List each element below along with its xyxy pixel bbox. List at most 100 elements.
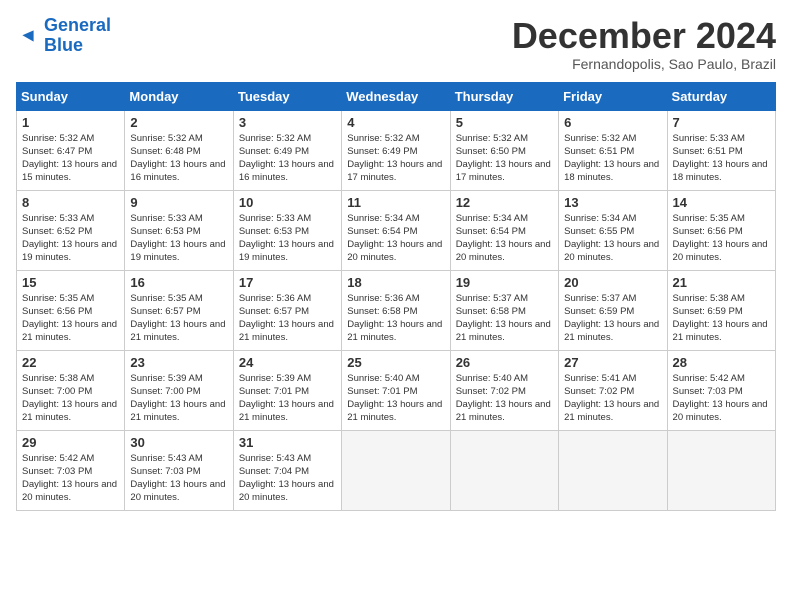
- day-number: 8: [22, 195, 119, 210]
- weekday-header-wednesday: Wednesday: [342, 82, 450, 110]
- day-number: 25: [347, 355, 444, 370]
- day-info: Sunrise: 5:38 AM Sunset: 7:00 PM Dayligh…: [22, 372, 119, 425]
- day-info: Sunrise: 5:37 AM Sunset: 6:58 PM Dayligh…: [456, 292, 553, 345]
- day-info: Sunrise: 5:43 AM Sunset: 7:03 PM Dayligh…: [130, 452, 227, 505]
- day-info: Sunrise: 5:32 AM Sunset: 6:48 PM Dayligh…: [130, 132, 227, 185]
- day-info: Sunrise: 5:42 AM Sunset: 7:03 PM Dayligh…: [673, 372, 770, 425]
- weekday-header-friday: Friday: [559, 82, 667, 110]
- weekday-header-monday: Monday: [125, 82, 233, 110]
- calendar-cell: 1 Sunrise: 5:32 AM Sunset: 6:47 PM Dayli…: [17, 110, 125, 190]
- day-number: 20: [564, 275, 661, 290]
- page-header: General Blue December 2024 Fernandopolis…: [16, 16, 776, 72]
- day-number: 17: [239, 275, 336, 290]
- location-subtitle: Fernandopolis, Sao Paulo, Brazil: [512, 56, 776, 72]
- day-info: Sunrise: 5:36 AM Sunset: 6:57 PM Dayligh…: [239, 292, 336, 345]
- day-info: Sunrise: 5:40 AM Sunset: 7:01 PM Dayligh…: [347, 372, 444, 425]
- day-info: Sunrise: 5:32 AM Sunset: 6:50 PM Dayligh…: [456, 132, 553, 185]
- day-number: 10: [239, 195, 336, 210]
- day-info: Sunrise: 5:34 AM Sunset: 6:55 PM Dayligh…: [564, 212, 661, 265]
- calendar-week-row: 15 Sunrise: 5:35 AM Sunset: 6:56 PM Dayl…: [17, 270, 776, 350]
- title-block: December 2024 Fernandopolis, Sao Paulo, …: [512, 16, 776, 72]
- day-number: 27: [564, 355, 661, 370]
- day-info: Sunrise: 5:33 AM Sunset: 6:53 PM Dayligh…: [130, 212, 227, 265]
- calendar-cell: 16 Sunrise: 5:35 AM Sunset: 6:57 PM Dayl…: [125, 270, 233, 350]
- calendar-cell: [342, 430, 450, 510]
- weekday-header-saturday: Saturday: [667, 82, 775, 110]
- day-info: Sunrise: 5:32 AM Sunset: 6:51 PM Dayligh…: [564, 132, 661, 185]
- day-number: 1: [22, 115, 119, 130]
- calendar-cell: 15 Sunrise: 5:35 AM Sunset: 6:56 PM Dayl…: [17, 270, 125, 350]
- calendar-week-row: 29 Sunrise: 5:42 AM Sunset: 7:03 PM Dayl…: [17, 430, 776, 510]
- calendar-week-row: 8 Sunrise: 5:33 AM Sunset: 6:52 PM Dayli…: [17, 190, 776, 270]
- calendar-cell: 7 Sunrise: 5:33 AM Sunset: 6:51 PM Dayli…: [667, 110, 775, 190]
- calendar-cell: 31 Sunrise: 5:43 AM Sunset: 7:04 PM Dayl…: [233, 430, 341, 510]
- day-number: 22: [22, 355, 119, 370]
- day-info: Sunrise: 5:40 AM Sunset: 7:02 PM Dayligh…: [456, 372, 553, 425]
- day-number: 13: [564, 195, 661, 210]
- calendar-table: SundayMondayTuesdayWednesdayThursdayFrid…: [16, 82, 776, 511]
- logo: General Blue: [16, 16, 111, 56]
- calendar-cell: 30 Sunrise: 5:43 AM Sunset: 7:03 PM Dayl…: [125, 430, 233, 510]
- calendar-cell: 6 Sunrise: 5:32 AM Sunset: 6:51 PM Dayli…: [559, 110, 667, 190]
- day-number: 14: [673, 195, 770, 210]
- day-number: 26: [456, 355, 553, 370]
- calendar-cell: 24 Sunrise: 5:39 AM Sunset: 7:01 PM Dayl…: [233, 350, 341, 430]
- calendar-cell: 13 Sunrise: 5:34 AM Sunset: 6:55 PM Dayl…: [559, 190, 667, 270]
- day-info: Sunrise: 5:36 AM Sunset: 6:58 PM Dayligh…: [347, 292, 444, 345]
- calendar-cell: 20 Sunrise: 5:37 AM Sunset: 6:59 PM Dayl…: [559, 270, 667, 350]
- calendar-week-row: 1 Sunrise: 5:32 AM Sunset: 6:47 PM Dayli…: [17, 110, 776, 190]
- day-info: Sunrise: 5:34 AM Sunset: 6:54 PM Dayligh…: [347, 212, 444, 265]
- day-info: Sunrise: 5:32 AM Sunset: 6:47 PM Dayligh…: [22, 132, 119, 185]
- calendar-cell: 8 Sunrise: 5:33 AM Sunset: 6:52 PM Dayli…: [17, 190, 125, 270]
- logo-text: General Blue: [44, 16, 111, 56]
- day-info: Sunrise: 5:38 AM Sunset: 6:59 PM Dayligh…: [673, 292, 770, 345]
- day-number: 30: [130, 435, 227, 450]
- day-number: 6: [564, 115, 661, 130]
- day-number: 16: [130, 275, 227, 290]
- calendar-cell: [450, 430, 558, 510]
- calendar-cell: 18 Sunrise: 5:36 AM Sunset: 6:58 PM Dayl…: [342, 270, 450, 350]
- day-info: Sunrise: 5:33 AM Sunset: 6:51 PM Dayligh…: [673, 132, 770, 185]
- calendar-cell: 28 Sunrise: 5:42 AM Sunset: 7:03 PM Dayl…: [667, 350, 775, 430]
- logo-general: General: [44, 15, 111, 35]
- calendar-cell: 4 Sunrise: 5:32 AM Sunset: 6:49 PM Dayli…: [342, 110, 450, 190]
- calendar-cell: 11 Sunrise: 5:34 AM Sunset: 6:54 PM Dayl…: [342, 190, 450, 270]
- calendar-cell: 17 Sunrise: 5:36 AM Sunset: 6:57 PM Dayl…: [233, 270, 341, 350]
- calendar-cell: [667, 430, 775, 510]
- logo-blue: Blue: [44, 35, 83, 55]
- calendar-cell: 9 Sunrise: 5:33 AM Sunset: 6:53 PM Dayli…: [125, 190, 233, 270]
- logo-icon: [16, 24, 40, 48]
- day-number: 19: [456, 275, 553, 290]
- day-info: Sunrise: 5:37 AM Sunset: 6:59 PM Dayligh…: [564, 292, 661, 345]
- day-info: Sunrise: 5:42 AM Sunset: 7:03 PM Dayligh…: [22, 452, 119, 505]
- calendar-cell: 25 Sunrise: 5:40 AM Sunset: 7:01 PM Dayl…: [342, 350, 450, 430]
- calendar-cell: 10 Sunrise: 5:33 AM Sunset: 6:53 PM Dayl…: [233, 190, 341, 270]
- calendar-cell: 14 Sunrise: 5:35 AM Sunset: 6:56 PM Dayl…: [667, 190, 775, 270]
- day-info: Sunrise: 5:39 AM Sunset: 7:00 PM Dayligh…: [130, 372, 227, 425]
- calendar-cell: [559, 430, 667, 510]
- calendar-cell: 29 Sunrise: 5:42 AM Sunset: 7:03 PM Dayl…: [17, 430, 125, 510]
- day-info: Sunrise: 5:41 AM Sunset: 7:02 PM Dayligh…: [564, 372, 661, 425]
- day-number: 2: [130, 115, 227, 130]
- day-info: Sunrise: 5:32 AM Sunset: 6:49 PM Dayligh…: [347, 132, 444, 185]
- day-number: 23: [130, 355, 227, 370]
- day-number: 5: [456, 115, 553, 130]
- calendar-week-row: 22 Sunrise: 5:38 AM Sunset: 7:00 PM Dayl…: [17, 350, 776, 430]
- day-number: 15: [22, 275, 119, 290]
- day-info: Sunrise: 5:35 AM Sunset: 6:56 PM Dayligh…: [22, 292, 119, 345]
- weekday-header-row: SundayMondayTuesdayWednesdayThursdayFrid…: [17, 82, 776, 110]
- day-info: Sunrise: 5:35 AM Sunset: 6:57 PM Dayligh…: [130, 292, 227, 345]
- day-number: 24: [239, 355, 336, 370]
- calendar-cell: 23 Sunrise: 5:39 AM Sunset: 7:00 PM Dayl…: [125, 350, 233, 430]
- day-info: Sunrise: 5:34 AM Sunset: 6:54 PM Dayligh…: [456, 212, 553, 265]
- day-number: 21: [673, 275, 770, 290]
- day-number: 29: [22, 435, 119, 450]
- calendar-cell: 5 Sunrise: 5:32 AM Sunset: 6:50 PM Dayli…: [450, 110, 558, 190]
- day-number: 31: [239, 435, 336, 450]
- weekday-header-tuesday: Tuesday: [233, 82, 341, 110]
- day-number: 9: [130, 195, 227, 210]
- calendar-cell: 27 Sunrise: 5:41 AM Sunset: 7:02 PM Dayl…: [559, 350, 667, 430]
- day-number: 7: [673, 115, 770, 130]
- day-number: 18: [347, 275, 444, 290]
- calendar-cell: 22 Sunrise: 5:38 AM Sunset: 7:00 PM Dayl…: [17, 350, 125, 430]
